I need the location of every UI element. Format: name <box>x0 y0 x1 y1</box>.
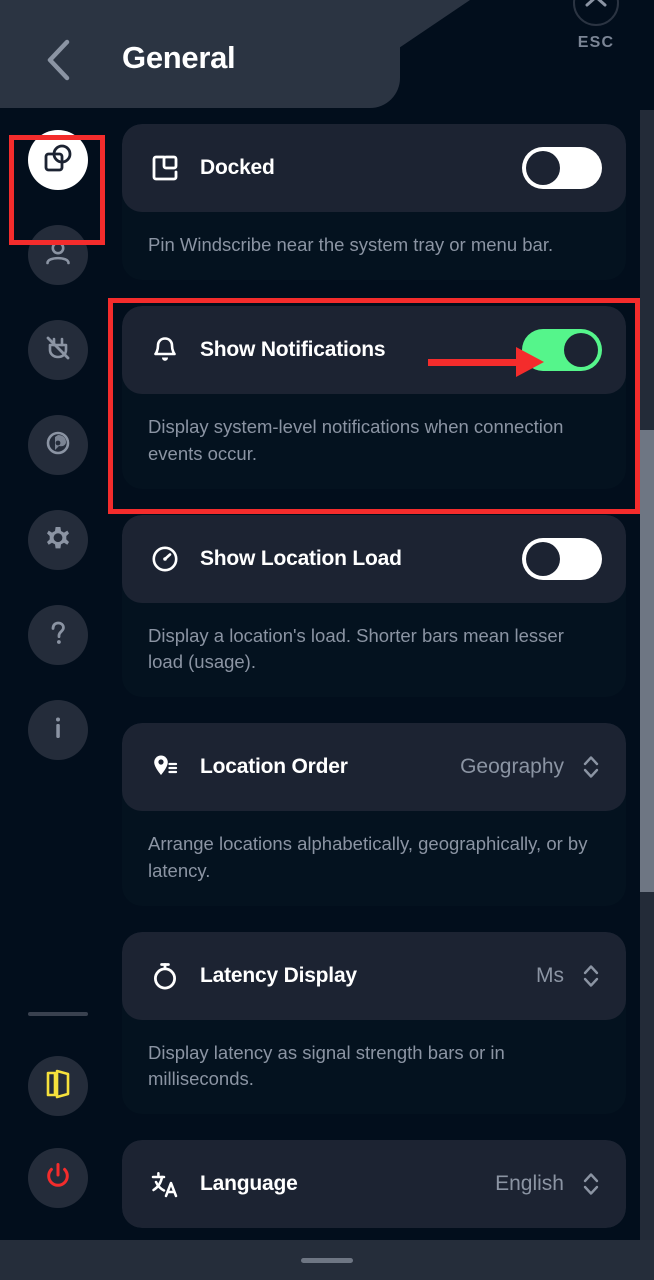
sidebar-item-robert[interactable] <box>28 415 88 475</box>
chevron-left-icon <box>45 39 71 81</box>
sidebar-item-advanced[interactable] <box>28 510 88 570</box>
location-pin-list-icon <box>148 750 182 784</box>
setting-description: Arrange locations alphabetically, geogra… <box>122 811 626 906</box>
sidebar-item-general[interactable] <box>28 130 88 190</box>
settings-list: Docked Pin Windscribe near the system tr… <box>122 124 634 1242</box>
sidebar-item-account[interactable] <box>28 225 88 285</box>
setting-control: Geography <box>460 752 602 782</box>
chevron-updown-icon[interactable] <box>580 752 602 782</box>
translate-icon <box>148 1167 182 1201</box>
setting-title: Language <box>200 1172 298 1196</box>
setting-description: Display a location's load. Shorter bars … <box>122 603 626 698</box>
back-button[interactable] <box>36 38 80 82</box>
window-bottom-bar <box>0 1240 654 1280</box>
setting-control <box>522 329 602 371</box>
chevron-up-icon <box>584 0 608 14</box>
setting-description: Display latency as signal strength bars … <box>122 1020 626 1115</box>
scrollbar-track[interactable] <box>640 110 654 1240</box>
question-mark-icon <box>43 618 73 653</box>
setting-card-location-order: Location Order Geography Arrange locatio… <box>122 723 626 906</box>
location-order-value: Geography <box>460 755 564 779</box>
language-value: English <box>495 1172 564 1196</box>
sidebar-divider <box>28 1012 88 1016</box>
plug-icon <box>43 333 73 368</box>
show-notifications-toggle[interactable] <box>522 329 602 371</box>
esc-label: ESC <box>578 34 615 52</box>
page-title: General <box>122 40 235 76</box>
chevron-updown-icon[interactable] <box>580 1169 602 1199</box>
dock-window-icon <box>148 151 182 185</box>
setting-title: Docked <box>200 156 275 180</box>
settings-window: General ESC <box>0 0 654 1280</box>
setting-row-latency-display[interactable]: Latency Display Ms <box>122 932 626 1020</box>
bell-icon <box>148 333 182 367</box>
setting-card-latency-display: Latency Display Ms Display latency as si… <box>122 932 626 1115</box>
setting-title: Show Notifications <box>200 338 385 362</box>
docked-toggle[interactable] <box>522 147 602 189</box>
setting-control: English <box>495 1169 602 1199</box>
robert-eye-icon <box>43 428 73 463</box>
app-shapes-icon <box>42 142 74 179</box>
esc-circle <box>573 0 619 26</box>
sidebar-item-connection[interactable] <box>28 320 88 380</box>
stopwatch-icon <box>148 959 182 993</box>
gear-icon <box>43 523 73 558</box>
window-header: General ESC <box>0 0 654 110</box>
setting-row-location-order[interactable]: Location Order Geography <box>122 723 626 811</box>
setting-row-show-notifications[interactable]: Show Notifications <box>122 306 626 394</box>
setting-title: Show Location Load <box>200 547 402 571</box>
scrollbar-thumb[interactable] <box>640 430 654 892</box>
setting-description: Pin Windscribe near the system tray or m… <box>122 212 626 280</box>
setting-row-language[interactable]: Language English <box>122 1140 626 1228</box>
power-icon <box>43 1161 73 1196</box>
toggle-knob <box>526 151 560 185</box>
sidebar-item-logout[interactable] <box>28 1056 88 1116</box>
setting-card-show-location-load: Show Location Load Display a location's … <box>122 515 626 698</box>
sidebar-item-help[interactable] <box>28 605 88 665</box>
toggle-knob <box>564 333 598 367</box>
esc-button[interactable]: ESC <box>562 0 630 52</box>
setting-title: Location Order <box>200 755 348 779</box>
latency-display-value: Ms <box>536 964 564 988</box>
setting-card-language: Language English <box>122 1140 626 1228</box>
setting-description: Display system-level notifications when … <box>122 394 626 489</box>
gauge-icon <box>148 542 182 576</box>
setting-title: Latency Display <box>200 964 357 988</box>
setting-control <box>522 147 602 189</box>
sidebar-item-about[interactable] <box>28 700 88 760</box>
setting-row-docked[interactable]: Docked <box>122 124 626 212</box>
drag-handle[interactable] <box>301 1258 353 1263</box>
info-icon <box>43 713 73 748</box>
sidebar-nav <box>0 110 116 1240</box>
setting-card-show-notifications: Show Notifications Display system-level … <box>122 306 626 489</box>
sidebar-item-quit[interactable] <box>28 1148 88 1208</box>
chevron-updown-icon[interactable] <box>580 961 602 991</box>
setting-card-docked: Docked Pin Windscribe near the system tr… <box>122 124 626 280</box>
person-icon <box>43 238 73 273</box>
show-location-load-toggle[interactable] <box>522 538 602 580</box>
toggle-knob <box>526 542 560 576</box>
exit-door-icon <box>44 1069 72 1104</box>
setting-row-show-location-load[interactable]: Show Location Load <box>122 515 626 603</box>
setting-control <box>522 538 602 580</box>
setting-control: Ms <box>536 961 602 991</box>
